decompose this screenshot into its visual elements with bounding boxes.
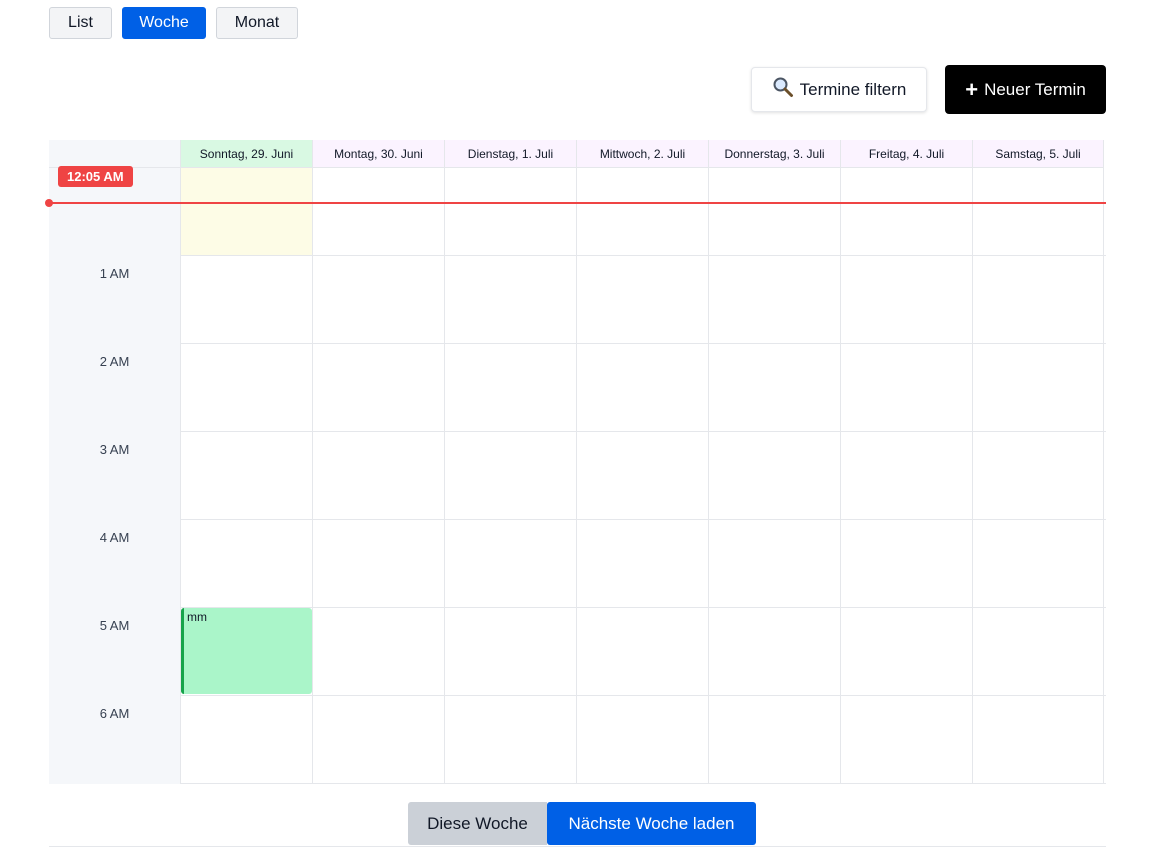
hour-divider <box>180 783 1106 784</box>
hour-divider <box>180 695 1106 696</box>
time-gutter-header <box>49 140 180 168</box>
day-column-friday[interactable] <box>840 168 972 784</box>
calendar-event[interactable]: mm <box>181 608 312 694</box>
this-week-button[interactable]: Diese Woche <box>408 802 547 845</box>
event-title: mm <box>187 610 207 624</box>
day-column-wednesday[interactable] <box>576 168 708 784</box>
day-header-sunday[interactable]: Sonntag, 29. Juni <box>180 140 312 168</box>
filter-button-label: Termine filtern <box>799 79 907 99</box>
hour-divider <box>180 431 1106 432</box>
current-time-badge: 12:05 AM <box>58 166 133 187</box>
time-label-6am: 6 AM <box>99 706 130 721</box>
day-header-friday[interactable]: Freitag, 4. Juli <box>840 140 972 168</box>
hour-divider <box>180 607 1106 608</box>
view-switcher: List Woche Monat <box>49 7 298 39</box>
day-column-saturday[interactable] <box>972 168 1104 784</box>
day-header-wednesday[interactable]: Mittwoch, 2. Juli <box>576 140 708 168</box>
plus-icon: + <box>965 76 979 102</box>
time-gutter: 1 AM 2 AM 3 AM 4 AM 5 AM 6 AM <box>49 168 180 784</box>
day-header-tuesday[interactable]: Dienstag, 1. Juli <box>444 140 576 168</box>
new-button-label: Neuer Termin <box>984 79 1086 99</box>
day-header-monday[interactable]: Montag, 30. Juni <box>312 140 444 168</box>
week-navigation: Diese Woche Nächste Woche laden <box>408 802 756 845</box>
time-label-4am: 4 AM <box>99 530 130 545</box>
day-header-row: Sonntag, 29. Juni Montag, 30. Juni Diens… <box>49 140 1106 168</box>
filter-appointments-button[interactable]: Termine filtern <box>751 67 927 112</box>
hour-divider <box>180 343 1106 344</box>
new-appointment-button[interactable]: + Neuer Termin <box>945 65 1106 114</box>
time-label-1am: 1 AM <box>99 266 130 281</box>
time-label-2am: 2 AM <box>99 354 130 369</box>
week-calendar: Sonntag, 29. Juni Montag, 30. Juni Diens… <box>45 140 1106 784</box>
day-column-tuesday[interactable] <box>444 168 576 784</box>
view-tab-week[interactable]: Woche <box>122 7 206 39</box>
calendar-grid: 1 AM 2 AM 3 AM 4 AM 5 AM 6 AM mm <box>45 168 1106 784</box>
time-label-5am: 5 AM <box>99 618 130 633</box>
magnifier-icon <box>772 76 794 103</box>
day-column-monday[interactable] <box>312 168 444 784</box>
view-tab-list[interactable]: List <box>49 7 112 39</box>
current-time-dot <box>45 199 53 207</box>
time-label-3am: 3 AM <box>99 442 130 457</box>
current-hour-highlight <box>181 168 312 255</box>
view-tab-month[interactable]: Monat <box>216 7 298 39</box>
day-header-saturday[interactable]: Samstag, 5. Juli <box>972 140 1104 168</box>
day-header-thursday[interactable]: Donnerstag, 3. Juli <box>708 140 840 168</box>
bottom-divider <box>49 846 1106 847</box>
hour-divider <box>180 255 1106 256</box>
day-column-thursday[interactable] <box>708 168 840 784</box>
hour-divider <box>180 519 1106 520</box>
load-next-week-button[interactable]: Nächste Woche laden <box>547 802 756 845</box>
current-time-line <box>45 199 1106 207</box>
